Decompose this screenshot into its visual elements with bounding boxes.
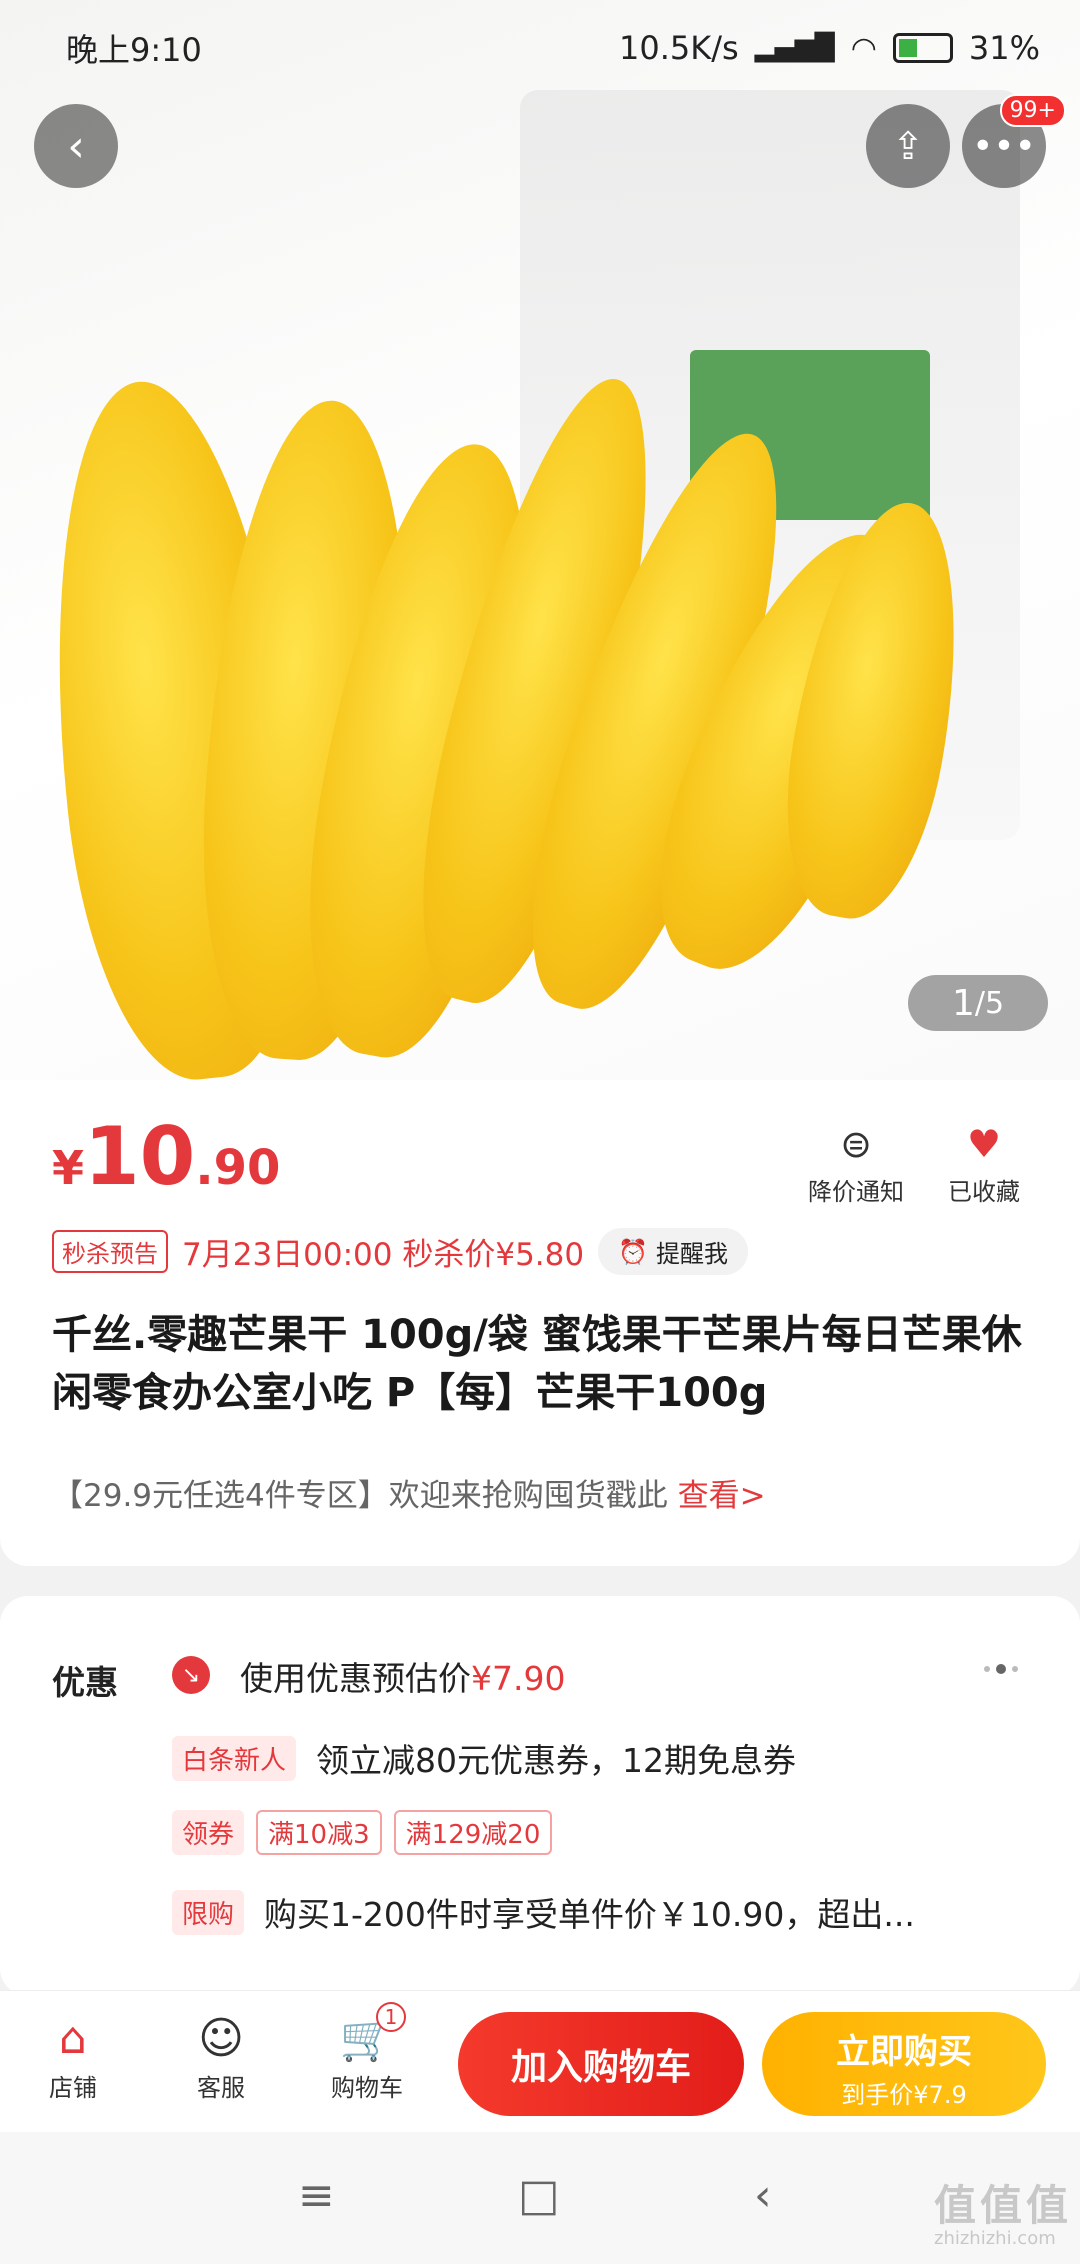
battery-icon xyxy=(892,33,953,63)
limit-tag: 限购 xyxy=(172,1889,245,1935)
buy-now-label: 立即购买 xyxy=(836,2032,972,2072)
signal-icon: ▂▄▆█ xyxy=(754,33,835,63)
remind-button[interactable]: ⏰ 提醒我 xyxy=(598,1228,748,1275)
dot xyxy=(984,1666,990,1672)
back-arrow-icon: ‹ xyxy=(67,120,85,172)
promo-text: 【29.9元任选4件专区】欢迎来抢购囤货戳此 xyxy=(52,1478,668,1514)
discount-row-coupon[interactable]: 领券 满10减3 满129减20 xyxy=(172,1810,553,1855)
discount-arrow-icon: ↘ xyxy=(172,1656,210,1694)
coupon-chip[interactable]: 满10减3 xyxy=(256,1810,382,1855)
add-to-cart-button[interactable]: 加入购物车 xyxy=(458,2012,744,2116)
more-icon: ••• xyxy=(972,125,1036,167)
watermark: 值值值 xyxy=(934,2181,1073,2230)
discount-label: 优惠 xyxy=(52,1663,118,1702)
share-button[interactable]: ⇪ xyxy=(866,104,950,188)
status-bar: 晚上9:10 10.5K/s ▂▄▆█ ◠ 31% xyxy=(0,0,1080,96)
newuser-text: 领立减80元优惠券，12期免息券 xyxy=(316,1741,796,1780)
favorite-button[interactable]: ♥ 已收藏 xyxy=(924,1122,1044,1207)
price-decimal: .90 xyxy=(195,1140,281,1196)
price-alert-icon: ⊜ xyxy=(840,1122,872,1166)
service-label: 客服 xyxy=(197,2074,245,2102)
discount-row-limit[interactable]: 限购 购买1-200件时享受单件价￥10.90，超出... xyxy=(172,1888,915,1936)
back-button[interactable]: ‹ xyxy=(34,104,118,188)
seckill-preview: 秒杀预告 7月23日00:00 秒杀价¥5.80 ⏰ 提醒我 xyxy=(52,1228,748,1275)
status-time: 晚上9:10 xyxy=(66,31,202,69)
price-alert-label: 降价通知 xyxy=(808,1178,904,1206)
estimate-price: ¥7.90 xyxy=(471,1659,566,1698)
promo-line[interactable]: 【29.9元任选4件专区】欢迎来抢购囤货戳此 查看> xyxy=(52,1470,766,1515)
shop-icon: ⌂ xyxy=(59,2013,87,2064)
promo-link[interactable]: 查看> xyxy=(678,1478,766,1514)
price: ¥10.90 xyxy=(52,1110,280,1203)
cart-count-badge: 1 xyxy=(376,2002,406,2032)
service-button[interactable]: ☺ 客服 xyxy=(166,2010,276,2103)
notification-badge: 99+ xyxy=(999,94,1066,127)
gallery-pager: 1 /5 xyxy=(908,975,1048,1031)
wifi-icon: ◠ xyxy=(850,30,877,66)
dot xyxy=(1012,1666,1018,1672)
chat-icon: ☺ xyxy=(198,2013,244,2064)
price-integer: 10 xyxy=(84,1110,196,1203)
cart-label: 购物车 xyxy=(331,2074,403,2102)
shop-button[interactable]: ⌂ 店铺 xyxy=(18,2010,128,2103)
home-icon[interactable]: □ xyxy=(518,2170,560,2221)
alarm-icon: ⏰ xyxy=(618,1237,648,1266)
seckill-tag: 秒杀预告 xyxy=(52,1230,168,1273)
estimate-prefix: 使用优惠预估价 xyxy=(240,1659,471,1698)
coupon-tag: 领券 xyxy=(172,1810,245,1855)
more-dots[interactable] xyxy=(984,1664,1018,1674)
limit-text: 购买1-200件时享受单件价￥10.90，超出... xyxy=(264,1895,915,1934)
more-button[interactable]: ••• 99+ xyxy=(962,94,1066,188)
coupon-chip[interactable]: 满129减20 xyxy=(393,1810,553,1855)
remind-label: 提醒我 xyxy=(656,1240,728,1268)
pager-total: /5 xyxy=(974,985,1005,1021)
dot-active xyxy=(996,1664,1006,1674)
seckill-text: 7月23日00:00 秒杀价¥5.80 xyxy=(182,1237,585,1273)
price-alert-button[interactable]: ⊜ 降价通知 xyxy=(796,1122,916,1207)
buy-now-button[interactable]: 立即购买 到手价¥7.9 xyxy=(762,2012,1046,2116)
battery-level: 31% xyxy=(968,29,1040,67)
shop-label: 店铺 xyxy=(49,2074,97,2102)
share-icon: ⇪ xyxy=(892,124,924,168)
favorite-label: 已收藏 xyxy=(948,1178,1020,1206)
buy-now-price: 到手价¥7.9 xyxy=(841,2081,967,2109)
back-nav-icon[interactable]: ‹ xyxy=(754,2170,772,2221)
discount-row-newuser[interactable]: 白条新人 领立减80元优惠券，12期免息券 xyxy=(172,1734,796,1782)
network-speed: 10.5K/s xyxy=(619,29,739,67)
price-symbol: ¥ xyxy=(52,1141,85,1195)
cart-button[interactable]: 🛒 1 购物车 xyxy=(312,2002,422,2103)
watermark-url: zhizhizhi.com xyxy=(934,2228,1056,2249)
newuser-tag: 白条新人 xyxy=(172,1735,297,1781)
pager-current: 1 xyxy=(951,982,975,1024)
menu-icon[interactable]: ≡ xyxy=(298,2170,335,2221)
heart-icon: ♥ xyxy=(966,1122,1002,1166)
status-right: 10.5K/s ▂▄▆█ ◠ 31% xyxy=(619,29,1040,67)
discount-estimate[interactable]: 使用优惠预估价¥7.90 xyxy=(240,1652,565,1700)
product-title: 千丝.零趣芒果干 100g/袋 蜜饯果干芒果片每日芒果休闲零食办公室小吃 P【每… xyxy=(52,1312,1022,1416)
